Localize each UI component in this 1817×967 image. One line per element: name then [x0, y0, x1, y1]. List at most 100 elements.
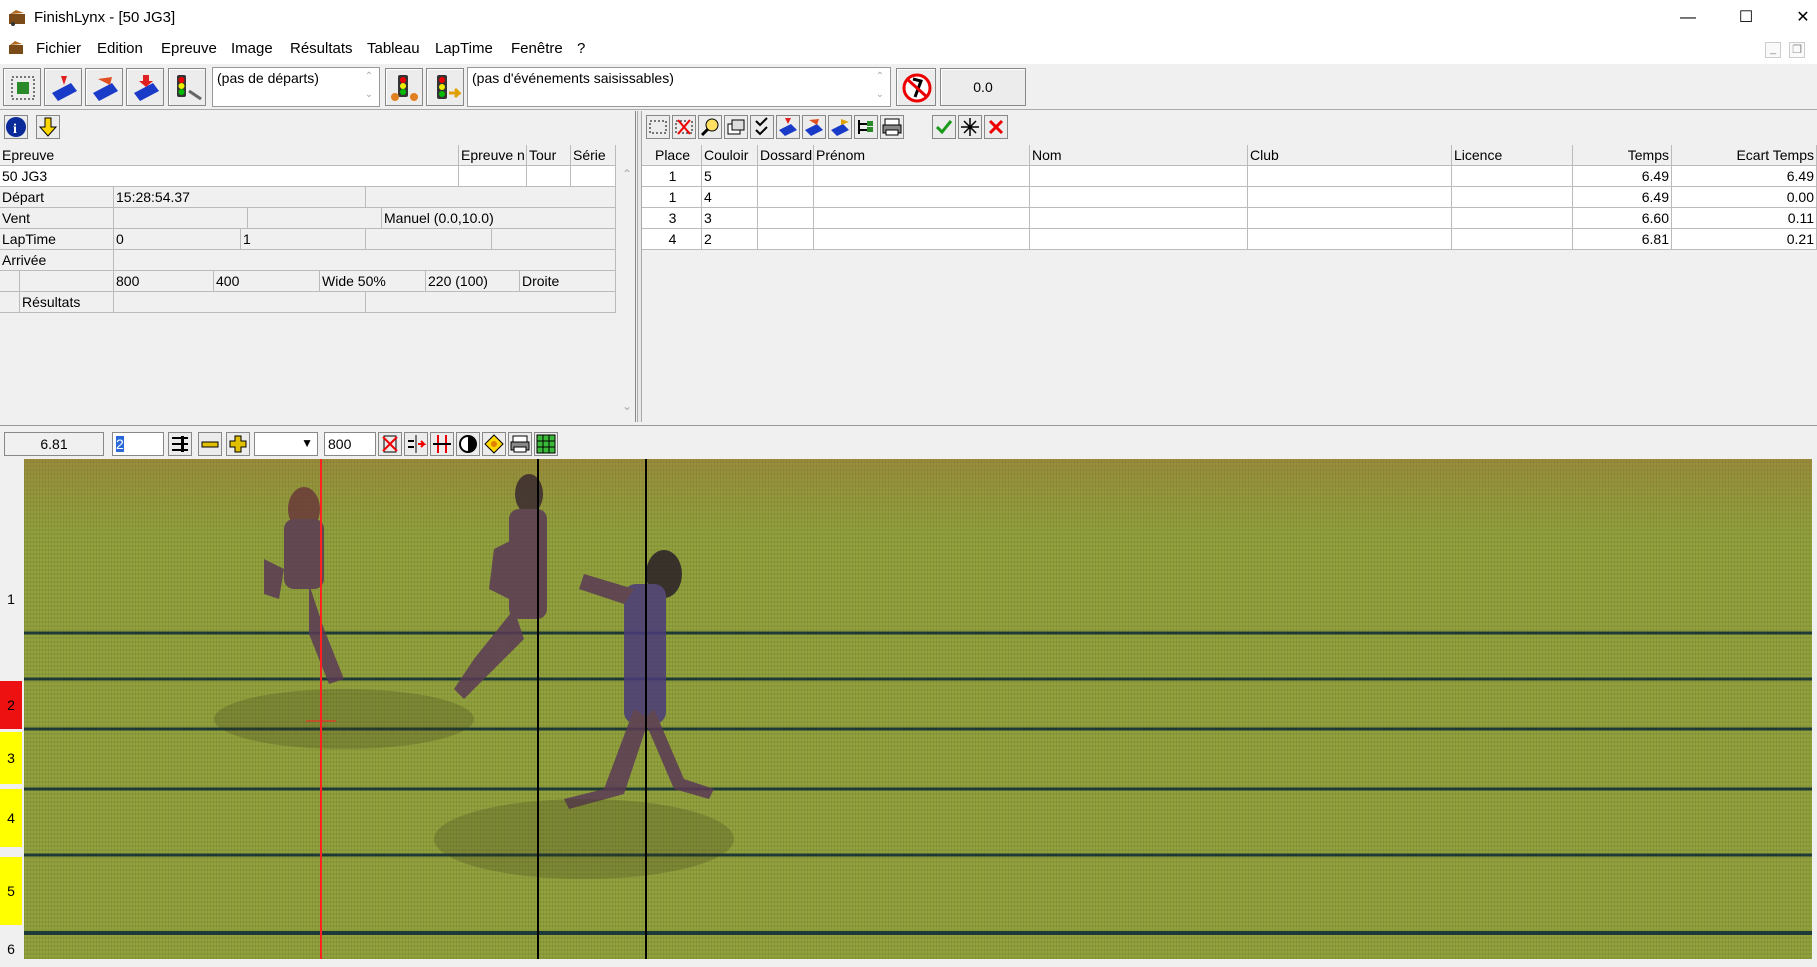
- gap-cell[interactable]: 0.21: [1672, 229, 1817, 250]
- lane-cell[interactable]: 4: [702, 187, 758, 208]
- accept-icon[interactable]: [932, 115, 956, 139]
- lane-cell[interactable]: 5: [702, 166, 758, 187]
- camera-density-value[interactable]: 800: [114, 271, 214, 292]
- time-cell[interactable]: 6.49: [1573, 166, 1672, 187]
- menu-fichier[interactable]: Fichier: [36, 40, 81, 57]
- width-input[interactable]: 800: [324, 432, 376, 456]
- lastname-cell[interactable]: [1030, 229, 1248, 250]
- lane-label-6[interactable]: 6: [0, 935, 22, 963]
- firstname-cell[interactable]: [814, 187, 1030, 208]
- club-cell[interactable]: [1248, 208, 1452, 229]
- info-icon[interactable]: i: [4, 115, 28, 139]
- firstname-cell[interactable]: [814, 166, 1030, 187]
- zoom-in-icon[interactable]: [226, 432, 250, 456]
- clear-marks-icon[interactable]: [378, 432, 402, 456]
- sparkle-icon[interactable]: [958, 115, 982, 139]
- camera-direction-value[interactable]: Droite: [520, 271, 616, 292]
- lanes-list-icon[interactable]: [168, 432, 192, 456]
- edit-results-icon[interactable]: [802, 115, 826, 139]
- menu-help[interactable]: ?: [577, 40, 585, 57]
- club-cell[interactable]: [1248, 166, 1452, 187]
- minimize-button[interactable]: —: [1665, 0, 1711, 36]
- camera-frame-value[interactable]: 400: [214, 271, 320, 292]
- camera-brightness-value[interactable]: 220 (100): [426, 271, 520, 292]
- arrival-value-cell[interactable]: [114, 250, 616, 271]
- wind-value-cell[interactable]: [114, 208, 248, 229]
- finish-line-image[interactable]: [24, 459, 1812, 959]
- start-time-value[interactable]: 15:28:54.37: [114, 187, 366, 208]
- laptime-start-value[interactable]: 0: [114, 229, 241, 250]
- zoom-select[interactable]: ▼: [254, 432, 318, 456]
- capture-grid-icon[interactable]: [3, 68, 41, 106]
- split-lines-icon[interactable]: [430, 432, 454, 456]
- time-cell[interactable]: 6.60: [1573, 208, 1672, 229]
- delete-area-icon[interactable]: [672, 115, 696, 139]
- lane-label-1[interactable]: 1: [0, 579, 22, 619]
- table-row[interactable]: 4 2 6.81 0.21: [642, 229, 1817, 250]
- licence-cell[interactable]: [1452, 208, 1573, 229]
- table-row[interactable]: 1 5 6.49 6.49: [642, 166, 1817, 187]
- event-name-field[interactable]: 50 JG3: [0, 166, 459, 187]
- open-event-icon[interactable]: [44, 68, 82, 106]
- club-cell[interactable]: [1248, 187, 1452, 208]
- firstname-cell[interactable]: [814, 208, 1030, 229]
- results-value-cell[interactable]: [114, 292, 366, 313]
- bib-cell[interactable]: [758, 208, 814, 229]
- camera-wide-value[interactable]: Wide 50%: [320, 271, 426, 292]
- lane-cell[interactable]: 2: [702, 229, 758, 250]
- licence-cell[interactable]: [1452, 166, 1573, 187]
- maximize-button[interactable]: ☐: [1723, 0, 1769, 36]
- wind-mode-value[interactable]: Manuel (0.0,10.0): [382, 208, 616, 229]
- grid-view-icon[interactable]: [534, 432, 558, 456]
- print-image-icon[interactable]: [508, 432, 532, 456]
- event-number-field[interactable]: [459, 166, 527, 187]
- brightness-icon[interactable]: [482, 432, 506, 456]
- round-field[interactable]: [527, 166, 571, 187]
- select-area-icon[interactable]: [646, 115, 670, 139]
- menu-edition[interactable]: Edition: [97, 40, 143, 57]
- place-cell[interactable]: 3: [642, 208, 702, 229]
- menu-resultats[interactable]: Résultats: [290, 40, 353, 57]
- gap-cell[interactable]: 0.00: [1672, 187, 1817, 208]
- menu-tableau[interactable]: Tableau: [367, 40, 420, 57]
- starts-combo[interactable]: (pas de départs) ⌃ ⌄: [212, 67, 380, 107]
- place-cell[interactable]: 1: [642, 166, 702, 187]
- bib-cell[interactable]: [758, 166, 814, 187]
- check-sort-icon[interactable]: [750, 115, 774, 139]
- table-row[interactable]: 1 4 6.49 0.00: [642, 187, 1817, 208]
- menu-epreuve[interactable]: Epreuve: [161, 40, 217, 57]
- wind-unit-cell[interactable]: [248, 208, 382, 229]
- lastname-cell[interactable]: [1030, 166, 1248, 187]
- zoom-out-icon[interactable]: [198, 432, 222, 456]
- lane-cell[interactable]: 3: [702, 208, 758, 229]
- start-sensor-icon[interactable]: [168, 68, 206, 106]
- mdi-minimize-button[interactable]: _: [1765, 42, 1781, 58]
- menu-fenetre[interactable]: Fenêtre: [511, 40, 563, 57]
- gap-cell[interactable]: 0.11: [1672, 208, 1817, 229]
- combo-scroll-arrows[interactable]: ⌃ ⌄: [872, 68, 888, 106]
- heat-field[interactable]: [571, 166, 616, 187]
- time-cell[interactable]: 6.81: [1573, 229, 1672, 250]
- lane-label-2[interactable]: 2: [0, 681, 22, 729]
- time-cell[interactable]: 6.49: [1573, 187, 1672, 208]
- arrow-down-icon[interactable]: [36, 115, 60, 139]
- laptime-extra-cell[interactable]: [366, 229, 492, 250]
- menu-image[interactable]: Image: [231, 40, 273, 57]
- results-extra-cell[interactable]: [366, 292, 616, 313]
- lastname-cell[interactable]: [1030, 208, 1248, 229]
- lane-label-5[interactable]: 5: [0, 857, 22, 925]
- import-event-icon[interactable]: [126, 68, 164, 106]
- swap-icon[interactable]: [404, 432, 428, 456]
- depart-extra-cell[interactable]: [366, 187, 616, 208]
- laptime-count-value[interactable]: 1: [241, 229, 366, 250]
- table-row[interactable]: 3 3 6.60 0.11: [642, 208, 1817, 229]
- arm-camera-icon[interactable]: [385, 68, 423, 106]
- tree-icon[interactable]: [854, 115, 878, 139]
- combo-scroll-arrows[interactable]: ⌃ ⌄: [361, 68, 377, 106]
- place-cell[interactable]: 4: [642, 229, 702, 250]
- lastname-cell[interactable]: [1030, 187, 1248, 208]
- place-cell[interactable]: 1: [642, 187, 702, 208]
- document-icon[interactable]: [8, 41, 26, 57]
- club-cell[interactable]: [1248, 229, 1452, 250]
- gap-cell[interactable]: 6.49: [1672, 166, 1817, 187]
